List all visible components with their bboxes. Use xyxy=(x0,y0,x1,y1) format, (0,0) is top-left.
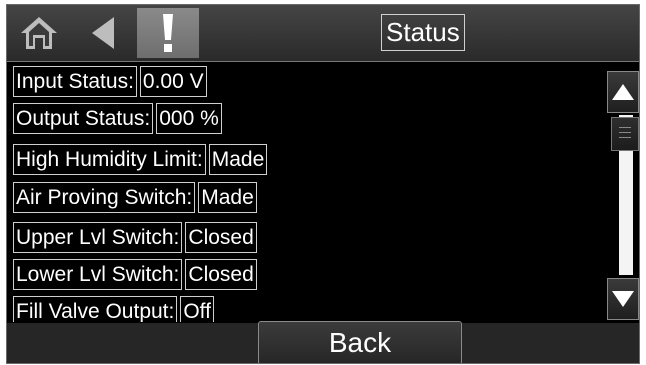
home-icon xyxy=(21,17,57,49)
status-row-air-proving-switch: Air Proving Switch: Made xyxy=(13,182,257,213)
status-row-output-status: Output Status: 000 % xyxy=(13,103,222,134)
status-row-fill-valve-output: Fill Valve Output: Off xyxy=(13,296,214,322)
back-arrow-button[interactable] xyxy=(73,8,133,58)
top-bar: Status xyxy=(7,5,639,62)
triangle-up-icon xyxy=(612,84,634,100)
status-label: Output Status: xyxy=(13,103,154,134)
status-value: Made xyxy=(198,182,257,213)
alert-button[interactable] xyxy=(137,8,199,58)
status-label: Fill Valve Output: xyxy=(13,296,178,322)
status-label: Air Proving Switch: xyxy=(13,182,196,213)
thumb-grip-line xyxy=(619,132,631,133)
status-row-upper-lvl-switch: Upper Lvl Switch: Closed xyxy=(13,222,257,253)
home-button[interactable] xyxy=(9,8,69,58)
status-row-high-humidity-limit: High Humidity Limit: Made xyxy=(13,144,268,175)
status-value: Closed xyxy=(185,259,257,290)
back-arrow-icon xyxy=(92,17,114,49)
status-list: Input Status: 0.00 V Output Status: 000 … xyxy=(7,62,607,322)
scroll-up-button[interactable] xyxy=(607,71,639,113)
thumb-grip-line xyxy=(619,127,631,128)
status-screen: Status Input Status: 0.00 V Output Statu… xyxy=(6,4,640,364)
thumb-grip-line xyxy=(619,137,631,138)
scroll-down-button[interactable] xyxy=(607,278,639,320)
back-button[interactable]: Back xyxy=(258,321,462,363)
status-value: Closed xyxy=(185,222,257,253)
status-value: Off xyxy=(180,296,214,322)
scroll-thumb[interactable] xyxy=(611,117,639,151)
triangle-down-icon xyxy=(612,291,634,307)
status-value: 0.00 V xyxy=(139,66,207,97)
status-row-lower-lvl-switch: Lower Lvl Switch: Closed xyxy=(13,259,257,290)
status-value: Made xyxy=(208,144,268,175)
status-value: 000 % xyxy=(156,103,222,134)
status-label: Lower Lvl Switch: xyxy=(13,259,183,290)
status-row-input-status: Input Status: 0.00 V xyxy=(13,66,207,97)
exclamation-icon xyxy=(163,14,173,52)
page-title: Status xyxy=(381,14,465,51)
status-label: High Humidity Limit: xyxy=(13,144,206,175)
status-label: Upper Lvl Switch: xyxy=(13,222,183,253)
status-label: Input Status: xyxy=(13,66,137,97)
